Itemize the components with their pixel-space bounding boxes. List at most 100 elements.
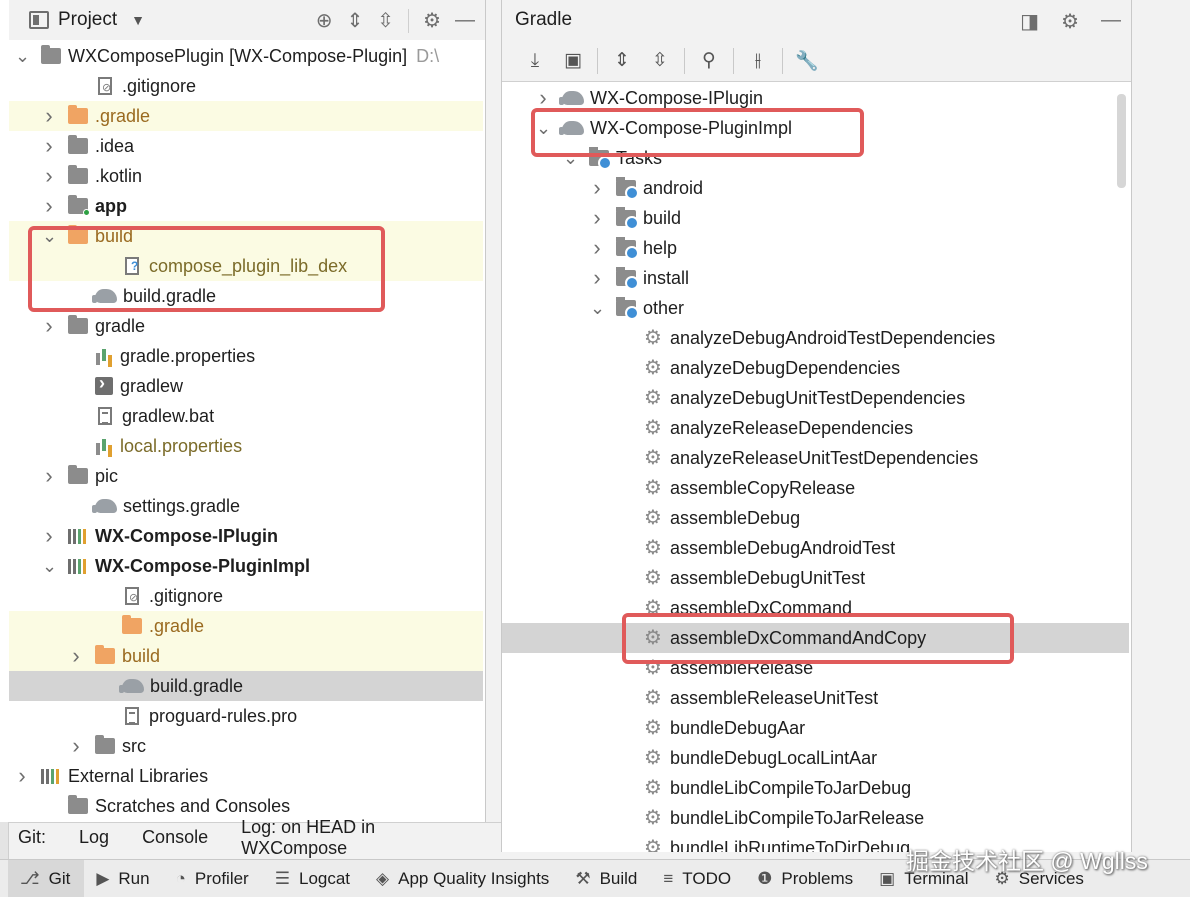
chevron-right-icon[interactable]: › (15, 763, 29, 789)
gradle-tree-item[interactable]: ⌄ other (502, 293, 1129, 323)
gradle-tree-item[interactable]: › install (502, 263, 1129, 293)
gear-icon[interactable]: ⚙ (1061, 9, 1079, 34)
locate-icon[interactable]: ⊕ (316, 8, 333, 33)
gradle-tree-item[interactable]: ⚙ bundleDebugAar (502, 713, 1129, 743)
project-tree-item[interactable]: › .kotlin (9, 161, 483, 191)
chevron-right-icon[interactable]: › (42, 133, 56, 159)
chevron-right-icon[interactable]: › (42, 193, 56, 219)
git-tab-log[interactable]: Log (79, 827, 109, 848)
project-tree-item[interactable]: › gradle (9, 311, 483, 341)
chevron-down-icon[interactable]: ⌄ (563, 149, 578, 167)
chevron-down-icon[interactable]: ⌄ (42, 557, 57, 575)
project-panel-title[interactable]: Project (58, 9, 117, 31)
gradle-tree-item[interactable]: ⚙ bundleDebugLocalLintAar (502, 743, 1129, 773)
gradle-tree-item[interactable]: ⚙ assembleReleaseUnitTest (502, 683, 1129, 713)
project-tree-item[interactable]: build.gradle (9, 281, 483, 311)
gradle-tree-item[interactable]: › android (502, 173, 1129, 203)
tool-window-run[interactable]: ▶ Run (84, 860, 163, 897)
chevron-right-icon[interactable]: › (42, 163, 56, 189)
gradle-tree-item[interactable]: ⚙ bundleLibCompileToJarRelease (502, 803, 1129, 833)
gradle-tree-item[interactable]: ⚙ assembleCopyRelease (502, 473, 1129, 503)
analyze-dependencies-icon[interactable]: ⚲ (690, 49, 728, 72)
chevron-right-icon[interactable]: › (536, 85, 550, 111)
gradle-tree-item[interactable]: ⚙ assembleDxCommandAndCopy (502, 623, 1129, 653)
gradle-tree-item[interactable]: ⚙ analyzeDebugDependencies (502, 353, 1129, 383)
project-tree-item[interactable]: gradlew.bat (9, 401, 483, 431)
gradle-tree-item[interactable]: ⚙ bundleLibCompileToJarDebug (502, 773, 1129, 803)
gradle-tree-item[interactable]: ⚙ assembleDebug (502, 503, 1129, 533)
chevron-right-icon[interactable]: › (69, 643, 83, 669)
project-tree-item[interactable]: ⌄ WX-Compose-PluginImpl (9, 551, 483, 581)
download-sources-icon[interactable]: ⤓ (516, 50, 554, 72)
git-tab-log-head[interactable]: Log: on HEAD in WXCompose (241, 817, 477, 859)
chevron-down-icon[interactable]: ⌄ (536, 119, 551, 137)
toggle-offline-icon[interactable]: ⫲ (739, 50, 777, 72)
project-tree-item[interactable]: gradle.properties (9, 341, 483, 371)
chevron-down-icon[interactable]: ▼ (131, 12, 145, 28)
chevron-right-icon[interactable]: › (69, 733, 83, 759)
project-tree-item[interactable]: gradlew (9, 371, 483, 401)
gradle-tree-item[interactable]: ⚙ assembleDxCommand (502, 593, 1129, 623)
gradle-tree-item[interactable]: ⌄ Tasks (502, 143, 1129, 173)
dock-layout-icon[interactable]: ◨ (1020, 9, 1039, 34)
tool-window-profiler[interactable]: ◔ Profiler (164, 860, 263, 897)
chevron-right-icon[interactable]: › (590, 235, 604, 261)
expand-all-icon[interactable]: ⇕ (603, 49, 641, 72)
chevron-right-icon[interactable]: › (42, 103, 56, 129)
chevron-right-icon[interactable]: › (42, 523, 56, 549)
minimize-icon[interactable]: — (1101, 9, 1121, 34)
project-tree-item[interactable]: local.properties (9, 431, 483, 461)
gradle-tree-item[interactable]: ⚙ analyzeDebugUnitTestDependencies (502, 383, 1129, 413)
tool-window-todo[interactable]: ≡ TODO (651, 860, 745, 897)
project-tree-item[interactable]: › WX-Compose-IPlugin (9, 521, 483, 551)
chevron-down-icon[interactable]: ⌄ (590, 299, 605, 317)
gradle-tree-item[interactable]: ⚙ analyzeReleaseDependencies (502, 413, 1129, 443)
project-tree-item[interactable]: proguard-rules.pro (9, 701, 483, 731)
gradle-tree-item[interactable]: ⚙ analyzeDebugAndroidTestDependencies (502, 323, 1129, 353)
project-tree-item[interactable]: .gradle (9, 611, 483, 641)
gradle-tree-item[interactable]: › help (502, 233, 1129, 263)
chevron-down-icon[interactable]: ⌄ (42, 227, 57, 245)
project-tree-item[interactable]: › src (9, 731, 483, 761)
chevron-right-icon[interactable]: › (42, 463, 56, 489)
gear-icon[interactable]: ⚙ (423, 8, 441, 33)
project-tree-item[interactable]: ⊘ .gitignore (9, 581, 483, 611)
collapse-all-icon[interactable]: ⇳ (641, 49, 679, 72)
tool-window-build[interactable]: ⚒ Build (563, 860, 651, 897)
git-tab-console[interactable]: Console (142, 827, 208, 848)
project-tree-item[interactable]: settings.gradle (9, 491, 483, 521)
chevron-right-icon[interactable]: › (42, 313, 56, 339)
minimize-icon[interactable]: — (455, 9, 475, 32)
gradle-tree-item[interactable]: ⌄ WX-Compose-PluginImpl (502, 113, 1129, 143)
tool-window-problems[interactable]: ❶ Problems (745, 860, 867, 897)
project-tree-item[interactable]: ⌄ build (9, 221, 483, 251)
project-tree-item[interactable]: › app (9, 191, 483, 221)
tool-window-git[interactable]: ⎇ Git (8, 859, 85, 897)
project-tree-item[interactable]: ? compose_plugin_lib_dex (9, 251, 483, 281)
collapse-all-icon[interactable]: ⇳ (377, 8, 394, 33)
gradle-tree-item[interactable]: ⚙ assembleRelease (502, 653, 1129, 683)
tool-window-app-quality-insights[interactable]: ◈ App Quality Insights (364, 860, 563, 897)
project-tree-item[interactable]: › .gradle (9, 101, 483, 131)
gradle-tree-item[interactable]: ⚙ assembleDebugAndroidTest (502, 533, 1129, 563)
gradle-tree-item[interactable]: › build (502, 203, 1129, 233)
chevron-right-icon[interactable]: › (590, 205, 604, 231)
project-tree-item[interactable]: › pic (9, 461, 483, 491)
project-tree-item[interactable]: ⊘ .gitignore (9, 71, 483, 101)
project-tree-item[interactable]: › External Libraries (9, 761, 483, 791)
chevron-right-icon[interactable]: › (590, 175, 604, 201)
project-tree-item[interactable]: ⌄ WXComposePlugin [WX-Compose-Plugin] D:\ (9, 41, 483, 71)
execute-task-icon[interactable]: ▣ (554, 49, 592, 72)
expand-all-icon[interactable]: ⇕ (347, 8, 364, 33)
project-tree-item[interactable]: › .idea (9, 131, 483, 161)
wrench-settings-icon[interactable]: 🔧 (788, 49, 826, 73)
chevron-down-icon[interactable]: ⌄ (15, 47, 30, 65)
gradle-scrollbar[interactable] (1117, 94, 1126, 188)
tool-window-logcat[interactable]: ☰ Logcat (263, 860, 364, 897)
project-tree-item[interactable]: build.gradle (9, 671, 483, 701)
gradle-tree-item[interactable]: ⚙ analyzeReleaseUnitTestDependencies (502, 443, 1129, 473)
gradle-tree-item[interactable]: › WX-Compose-IPlugin (502, 83, 1129, 113)
gradle-tree-item[interactable]: ⚙ assembleDebugUnitTest (502, 563, 1129, 593)
project-tree-item[interactable]: › build (9, 641, 483, 671)
chevron-right-icon[interactable]: › (590, 265, 604, 291)
